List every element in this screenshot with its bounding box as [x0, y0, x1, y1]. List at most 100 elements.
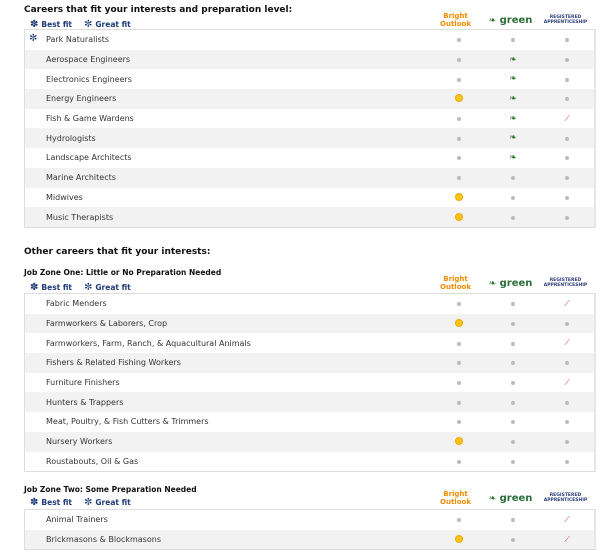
- career-link[interactable]: Furniture Finishers: [46, 378, 120, 387]
- best-fit-legend[interactable]: ✽ Best fit: [30, 497, 72, 508]
- table-row[interactable]: Midwives: [25, 188, 594, 208]
- bright-outlook-icon: [455, 536, 462, 543]
- empty-dot-icon: [456, 518, 461, 523]
- career-link[interactable]: Nursery Workers: [46, 437, 112, 446]
- green-logo[interactable]: ❧ green: [483, 15, 538, 26]
- bright-outlook-cell: [432, 437, 486, 446]
- career-link[interactable]: Fishers & Related Fishing Workers: [46, 358, 181, 367]
- apprenticeship-cell: ⟋: [540, 114, 594, 124]
- table-row[interactable]: Farmworkers & Laborers, Crop: [25, 313, 594, 334]
- green-logo[interactable]: ❧ green: [483, 278, 538, 289]
- table-row[interactable]: Farmworkers, Farm, Ranch, & Aquacultural…: [25, 333, 594, 353]
- bright-outlook-cell: [432, 193, 486, 202]
- empty-dot-icon: [510, 400, 515, 405]
- bright-outlook-logo[interactable]: Bright Outlook: [428, 275, 483, 291]
- best-fit-label: Best fit: [41, 20, 72, 29]
- green-cell: ❧: [486, 133, 540, 143]
- table-row[interactable]: Animal Trainers ⟋: [25, 510, 594, 530]
- table-row[interactable]: Roustabouts, Oil & Gas: [25, 452, 594, 472]
- empty-dot-icon: [565, 420, 569, 425]
- empty-dot-icon: [510, 341, 515, 346]
- empty-dot-icon: [565, 195, 569, 200]
- green-cell: [486, 319, 540, 328]
- apprenticeship-cell: ⟋: [540, 515, 594, 525]
- career-link[interactable]: Farmworkers & Laborers, Crop: [46, 319, 167, 328]
- great-fit-legend[interactable]: ✼ Great fit: [84, 282, 131, 293]
- empty-dot-icon: [456, 341, 461, 346]
- green-label: green: [499, 277, 533, 289]
- apprenticeship-cell: ⟋: [540, 299, 594, 309]
- table-row[interactable]: Landscape Architects ❧: [25, 148, 594, 168]
- table-row[interactable]: Fabric Menders ⟋: [25, 294, 594, 314]
- fit-legend: ✽ Best fit ✼ Great fit: [30, 282, 131, 293]
- table-row[interactable]: Energy Engineers ❧: [25, 89, 594, 109]
- green-cell: ❧: [486, 94, 540, 104]
- apprenticeship-cell: [540, 398, 594, 407]
- career-link[interactable]: Fabric Menders: [46, 299, 107, 308]
- empty-dot-icon: [565, 38, 569, 43]
- table-row[interactable]: Music Therapists: [25, 207, 594, 227]
- bright-outlook-cell: [432, 358, 486, 367]
- table-row[interactable]: Hunters & Trappers: [25, 392, 594, 413]
- apprenticeship-logo[interactable]: REGISTERED APPRENTICESHIP: [538, 278, 593, 288]
- great-fit-legend[interactable]: ✼ Great fit: [84, 497, 131, 508]
- green-cell: [486, 173, 540, 182]
- table-row[interactable]: Aerospace Engineers ❧: [25, 49, 594, 70]
- career-link[interactable]: Roustabouts, Oil & Gas: [46, 457, 138, 466]
- career-link[interactable]: Aerospace Engineers: [46, 55, 130, 64]
- apprenticeship-cell: ⟋: [540, 535, 594, 545]
- career-link[interactable]: Midwives: [46, 193, 83, 202]
- great-fit-icon: ✼: [84, 282, 93, 293]
- career-link[interactable]: Animal Trainers: [46, 515, 108, 524]
- bright-outlook-cell: [432, 114, 486, 123]
- empty-dot-icon: [510, 176, 515, 181]
- empty-dot-icon: [456, 302, 461, 307]
- career-link[interactable]: Energy Engineers: [46, 94, 116, 103]
- career-link[interactable]: Hunters & Trappers: [46, 398, 123, 407]
- bright-outlook-cell: [432, 153, 486, 162]
- career-link[interactable]: Meat, Poultry, & Fish Cutters & Trimmers: [46, 417, 209, 426]
- career-link[interactable]: Marine Architects: [46, 173, 116, 182]
- table-row[interactable]: Electronics Engineers ❧: [25, 69, 594, 89]
- great-fit-label: Great fit: [95, 283, 131, 292]
- table-row[interactable]: Meat, Poultry, & Fish Cutters & Trimmers: [25, 412, 594, 432]
- green-logo[interactable]: ❧ green: [483, 493, 538, 504]
- table-row[interactable]: Furniture Finishers ⟋: [25, 373, 594, 393]
- career-link[interactable]: Park Naturalists: [46, 35, 109, 44]
- best-fit-icon: ✽: [30, 497, 39, 508]
- apprenticeship-icon: ⟋: [564, 113, 570, 123]
- apprenticeship-logo[interactable]: REGISTERED APPRENTICESHIP: [538, 493, 593, 503]
- career-link[interactable]: Farmworkers, Farm, Ranch, & Aquacultural…: [46, 339, 251, 348]
- career-link[interactable]: Landscape Architects: [46, 153, 132, 162]
- table-row[interactable]: Nursery Workers: [25, 431, 594, 452]
- empty-dot-icon: [510, 215, 515, 220]
- best-fit-legend[interactable]: ✽ Best fit: [30, 282, 72, 293]
- bright-outlook-cell: [432, 55, 486, 64]
- career-link[interactable]: Music Therapists: [46, 213, 113, 222]
- empty-dot-icon: [565, 176, 569, 181]
- career-link[interactable]: Electronics Engineers: [46, 75, 132, 84]
- table-row[interactable]: Hydrologists ❧: [25, 128, 594, 149]
- table-row[interactable]: Brickmasons & Blockmasons ⟋: [25, 529, 594, 550]
- career-link[interactable]: Hydrologists: [46, 134, 96, 143]
- great-fit-icon: ✼: [84, 497, 93, 508]
- career-link[interactable]: Fish & Game Wardens: [46, 114, 134, 123]
- table-row[interactable]: Fishers & Related Fishing Workers: [25, 353, 594, 373]
- apprenticeship-cell: [540, 55, 594, 64]
- bright-outlook-logo[interactable]: Bright Outlook: [428, 490, 483, 506]
- logo-header: Bright Outlook ❧ green REGISTERED APPREN…: [428, 12, 593, 28]
- table-row[interactable]: Marine Architects: [25, 167, 594, 188]
- table-row[interactable]: ✼ Park Naturalists: [25, 30, 594, 50]
- bright-outlook-logo[interactable]: Bright Outlook: [428, 12, 483, 28]
- leaf-icon: ❧: [488, 278, 497, 289]
- green-leaf-icon: ❧: [509, 133, 517, 144]
- table-row[interactable]: Fish & Game Wardens ❧ ⟋: [25, 109, 594, 129]
- green-cell: [486, 437, 540, 446]
- apprenticeship-cell: [540, 94, 594, 103]
- apprenticeship-logo[interactable]: REGISTERED APPRENTICESHIP: [538, 15, 593, 25]
- career-link[interactable]: Brickmasons & Blockmasons: [46, 535, 161, 544]
- bright-outlook-cell: [432, 35, 486, 44]
- apprenticeship-cell: [540, 35, 594, 44]
- empty-dot-icon: [565, 58, 569, 63]
- bright-outlook-cell: [432, 94, 486, 103]
